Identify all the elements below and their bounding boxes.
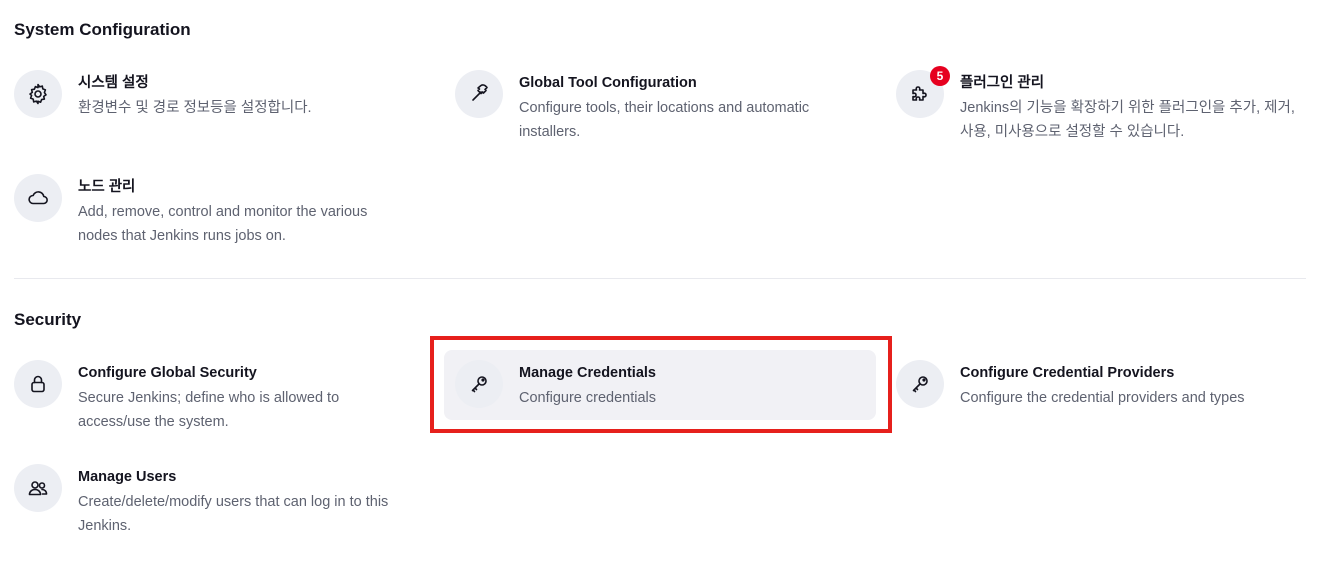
tile-manage-users[interactable]: Manage Users Create/delete/modify users … — [14, 464, 414, 538]
key-icon-wrap — [896, 360, 944, 408]
tile-title: Configure Credential Providers — [960, 365, 1175, 381]
tile-description: Create/delete/modify users that can log … — [78, 494, 389, 534]
tile-node-manager[interactable]: 노드 관리 Add, remove, control and monitor t… — [14, 174, 414, 248]
tile-description: 환경변수 및 경로 정보등을 설정합니다. — [78, 100, 312, 116]
users-icon — [28, 481, 48, 496]
tile-description: Secure Jenkins; define who is allowed to… — [78, 390, 340, 430]
update-count-badge: 5 — [930, 66, 950, 86]
tile-title: 시스템 설정 — [78, 75, 149, 91]
manage-jenkins-page: System Configuration 시스템 설정 환경변수 및 경로 정보… — [0, 0, 1318, 566]
tile-system-settings[interactable]: 시스템 설정 환경변수 및 경로 정보등을 설정합니다. — [14, 70, 414, 120]
puzzle-icon — [912, 86, 927, 101]
gear-icon — [29, 83, 47, 105]
section-title-system-configuration: System Configuration — [14, 20, 191, 39]
tile-title: Manage Users — [78, 469, 177, 485]
tile-description: Configure the credential providers and t… — [960, 390, 1245, 406]
gear-icon-wrap — [14, 70, 62, 118]
cloud-icon-wrap — [14, 174, 62, 222]
tile-description: Jenkins의 기능을 확장하기 위한 플러그인을 추가, 제거, 사용, 미… — [960, 100, 1295, 140]
highlight-annotation-box — [430, 336, 892, 433]
section-divider — [14, 278, 1306, 279]
key-icon — [912, 376, 928, 393]
cloud-icon — [28, 191, 48, 205]
tile-title: 플러그인 관리 — [960, 75, 1045, 91]
tile-configure-credential-providers[interactable]: Configure Credential Providers Configure… — [896, 360, 1306, 410]
tile-title: Configure Global Security — [78, 365, 257, 381]
users-icon-wrap — [14, 464, 62, 512]
tile-description: Add, remove, control and monitor the var… — [78, 204, 368, 244]
tile-global-tool-configuration[interactable]: Global Tool Configuration Configure tool… — [455, 70, 855, 144]
section-title-security: Security — [14, 310, 82, 329]
tile-plugin-manager[interactable]: 5 플러그인 관리 Jenkins의 기능을 확장하기 위한 플러그인을 추가,… — [896, 66, 1306, 144]
tile-description: Configure tools, their locations and aut… — [519, 100, 810, 140]
tile-title: Global Tool Configuration — [519, 75, 697, 91]
lock-icon — [31, 375, 45, 393]
tile-configure-global-security[interactable]: Configure Global Security Secure Jenkins… — [14, 360, 414, 434]
puzzle-icon-wrap: 5 — [896, 66, 950, 118]
tile-title: 노드 관리 — [78, 179, 136, 195]
hammer-icon — [472, 84, 488, 101]
hammer-icon-wrap — [455, 70, 503, 118]
lock-icon-wrap — [14, 360, 62, 408]
